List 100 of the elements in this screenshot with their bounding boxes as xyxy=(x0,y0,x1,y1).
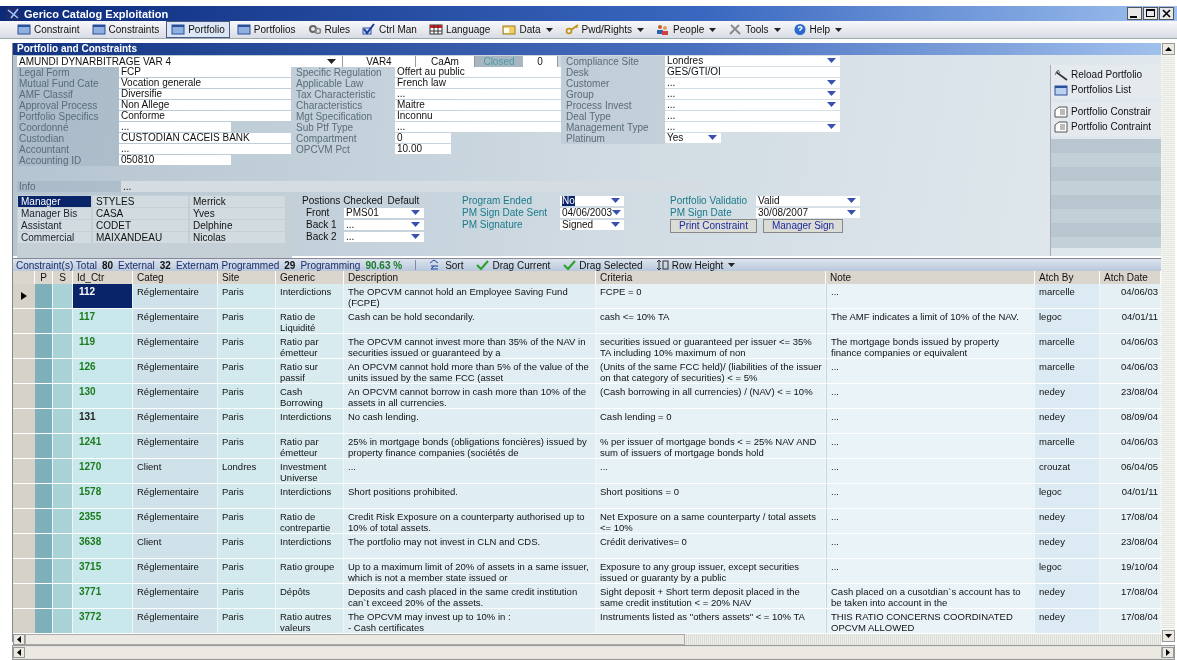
column-header[interactable]: P xyxy=(35,271,53,284)
column-header[interactable]: Site xyxy=(218,271,276,284)
combo-box[interactable]: ... xyxy=(344,231,424,242)
combo-box[interactable]: ... xyxy=(344,219,424,230)
menu-item[interactable]: Pwd/Rights xyxy=(559,21,650,38)
scroll-left-icon[interactable] xyxy=(13,634,25,645)
toolbar-button[interactable]: Drag Selected xyxy=(563,259,643,271)
column-header[interactable]: Generic xyxy=(276,271,344,284)
maximize-icon[interactable] xyxy=(1143,7,1158,20)
table-cell: Paris xyxy=(218,559,276,583)
portfolio-combo[interactable]: AMUNDI DYNARBITRAGE VAR 4 xyxy=(17,56,343,67)
text-field[interactable]: Conforme xyxy=(119,111,291,121)
combo-box[interactable]: Yes xyxy=(665,133,721,143)
table-cell: 17/08/04 xyxy=(1100,584,1161,608)
table-cell: Réglementaire xyxy=(133,359,218,383)
text-field[interactable]: Diversifie xyxy=(119,89,291,99)
text-field[interactable]: ... xyxy=(665,111,840,121)
close-icon[interactable] xyxy=(1159,7,1174,20)
toolbar-button[interactable]: Row Height xyxy=(655,259,736,271)
text-field[interactable]: 050810 xyxy=(119,155,231,165)
menu-item[interactable]: Data xyxy=(497,21,558,38)
combo-box[interactable]: PMS01 xyxy=(344,207,424,218)
scroll-right-icon[interactable] xyxy=(1162,647,1174,658)
text-field[interactable]: ... xyxy=(395,122,561,132)
text-field[interactable]: CUSTODIAN CACEIS BANK xyxy=(119,133,291,143)
table-cell: 06/04/05 xyxy=(1100,459,1161,483)
menu-item[interactable]: Portfolio xyxy=(166,21,230,38)
combo-box[interactable]: ... xyxy=(665,122,840,132)
table-cell: Réglementaire xyxy=(133,309,218,333)
text-field[interactable]: ... xyxy=(395,89,561,99)
column-header[interactable]: Id_Ctr xyxy=(73,271,133,284)
menu-item[interactable]: Rules xyxy=(302,21,356,38)
window-title: Gerico Catalog Exploitation xyxy=(24,7,169,20)
code-field[interactable]: VAR4 xyxy=(343,56,416,67)
side-link[interactable]: Portfolio Constrair xyxy=(1051,104,1161,119)
menu-item[interactable]: People xyxy=(651,21,722,38)
combo-box[interactable]: No xyxy=(560,195,624,206)
column-header[interactable]: Note xyxy=(826,271,1035,284)
text-field[interactable]: ... xyxy=(119,122,231,132)
menu-item[interactable]: Help xyxy=(787,21,848,38)
info-field[interactable]: ... xyxy=(121,181,703,192)
action-button[interactable]: Manager Sign xyxy=(762,219,844,233)
column-header[interactable]: Atch By xyxy=(1035,271,1100,284)
toolbar-button[interactable]: Drag Current xyxy=(476,259,551,271)
table-cell: The mortgage bonds issued by property finance companies or equivalent xyxy=(826,334,1035,358)
menu-item[interactable]: Portfolios xyxy=(231,21,301,38)
scroll-left-icon[interactable] xyxy=(13,647,25,658)
role-cell[interactable]: Assistant xyxy=(18,220,91,231)
text-field[interactable]: Inconnu xyxy=(395,111,561,121)
text-field[interactable]: Maitre xyxy=(395,100,561,110)
horizontal-scrollbar[interactable] xyxy=(12,645,1175,660)
status-field[interactable]: 0 xyxy=(523,56,558,67)
combo-box[interactable]: 30/08/2007 xyxy=(756,207,860,218)
menu-item[interactable]: Constraint xyxy=(12,21,85,38)
combo-box[interactable]: ... xyxy=(665,100,840,110)
table-cell: Réglementaire xyxy=(133,409,218,433)
text-field[interactable]: 10.00 xyxy=(395,144,451,154)
scroll-thumb[interactable] xyxy=(25,634,685,645)
combo-box[interactable]: 04/06/2003 xyxy=(560,207,624,218)
action-button[interactable]: Print Constraint xyxy=(670,219,757,233)
column-header[interactable]: Atch Date xyxy=(1100,271,1161,284)
row-header[interactable] xyxy=(13,284,35,308)
side-link[interactable]: Portfolios List xyxy=(1051,82,1161,97)
scroll-up-icon[interactable] xyxy=(1161,43,1175,55)
text-field[interactable]: 0 xyxy=(395,133,451,143)
text-field[interactable]: FCP xyxy=(119,67,291,77)
scroll-down-icon[interactable] xyxy=(1161,630,1175,642)
combo-box[interactable]: Signed xyxy=(560,219,624,230)
column-header[interactable]: Criteria xyxy=(596,271,826,284)
column-header[interactable]: Description xyxy=(344,271,596,284)
minimize-icon[interactable] xyxy=(1127,7,1142,20)
table-cell: 23/08/04 xyxy=(1100,534,1161,558)
menu-item[interactable]: Tools xyxy=(723,21,786,38)
text-field[interactable]: Vocation generale xyxy=(119,78,291,88)
column-header[interactable]: Categ xyxy=(133,271,218,284)
text-field[interactable]: GES/GTI/OI xyxy=(665,67,840,77)
role-cell[interactable]: Commercial xyxy=(18,232,91,243)
menu-item[interactable]: Constraints xyxy=(86,21,165,38)
text-field[interactable]: Offert au public xyxy=(395,67,561,77)
table-cell: The OPCVM may invest up to 10% in : - Cash certificates xyxy=(344,609,596,633)
toolbar-button[interactable]: Sort xyxy=(429,259,464,271)
field-label: Desk xyxy=(561,67,665,78)
field-label: Tax Characteristic xyxy=(295,89,377,100)
menu-item[interactable]: Ctrl Man xyxy=(357,21,422,38)
scroll-thumb[interactable] xyxy=(25,647,1162,658)
menu-item[interactable]: Language xyxy=(423,21,496,38)
role-cell[interactable]: Manager Bis xyxy=(18,208,91,219)
horizontal-scrollbar[interactable] xyxy=(13,634,1161,645)
table-cell: ... xyxy=(826,409,1035,433)
text-field[interactable]: French law xyxy=(395,78,561,88)
role-cell[interactable]: Manager xyxy=(18,196,91,207)
combo-box[interactable]: ... xyxy=(665,89,840,99)
text-field[interactable]: Non Allege xyxy=(119,100,291,110)
text-field[interactable]: ... xyxy=(119,144,291,154)
combo-box[interactable]: ... xyxy=(665,78,840,88)
side-link[interactable]: Reload Portfolio xyxy=(1051,67,1161,82)
combo-box[interactable]: Valid xyxy=(756,195,860,206)
side-link[interactable]: Portfolio Contraint xyxy=(1051,119,1161,134)
column-header[interactable]: S xyxy=(53,271,73,284)
combo-box[interactable]: Londres xyxy=(665,56,840,66)
